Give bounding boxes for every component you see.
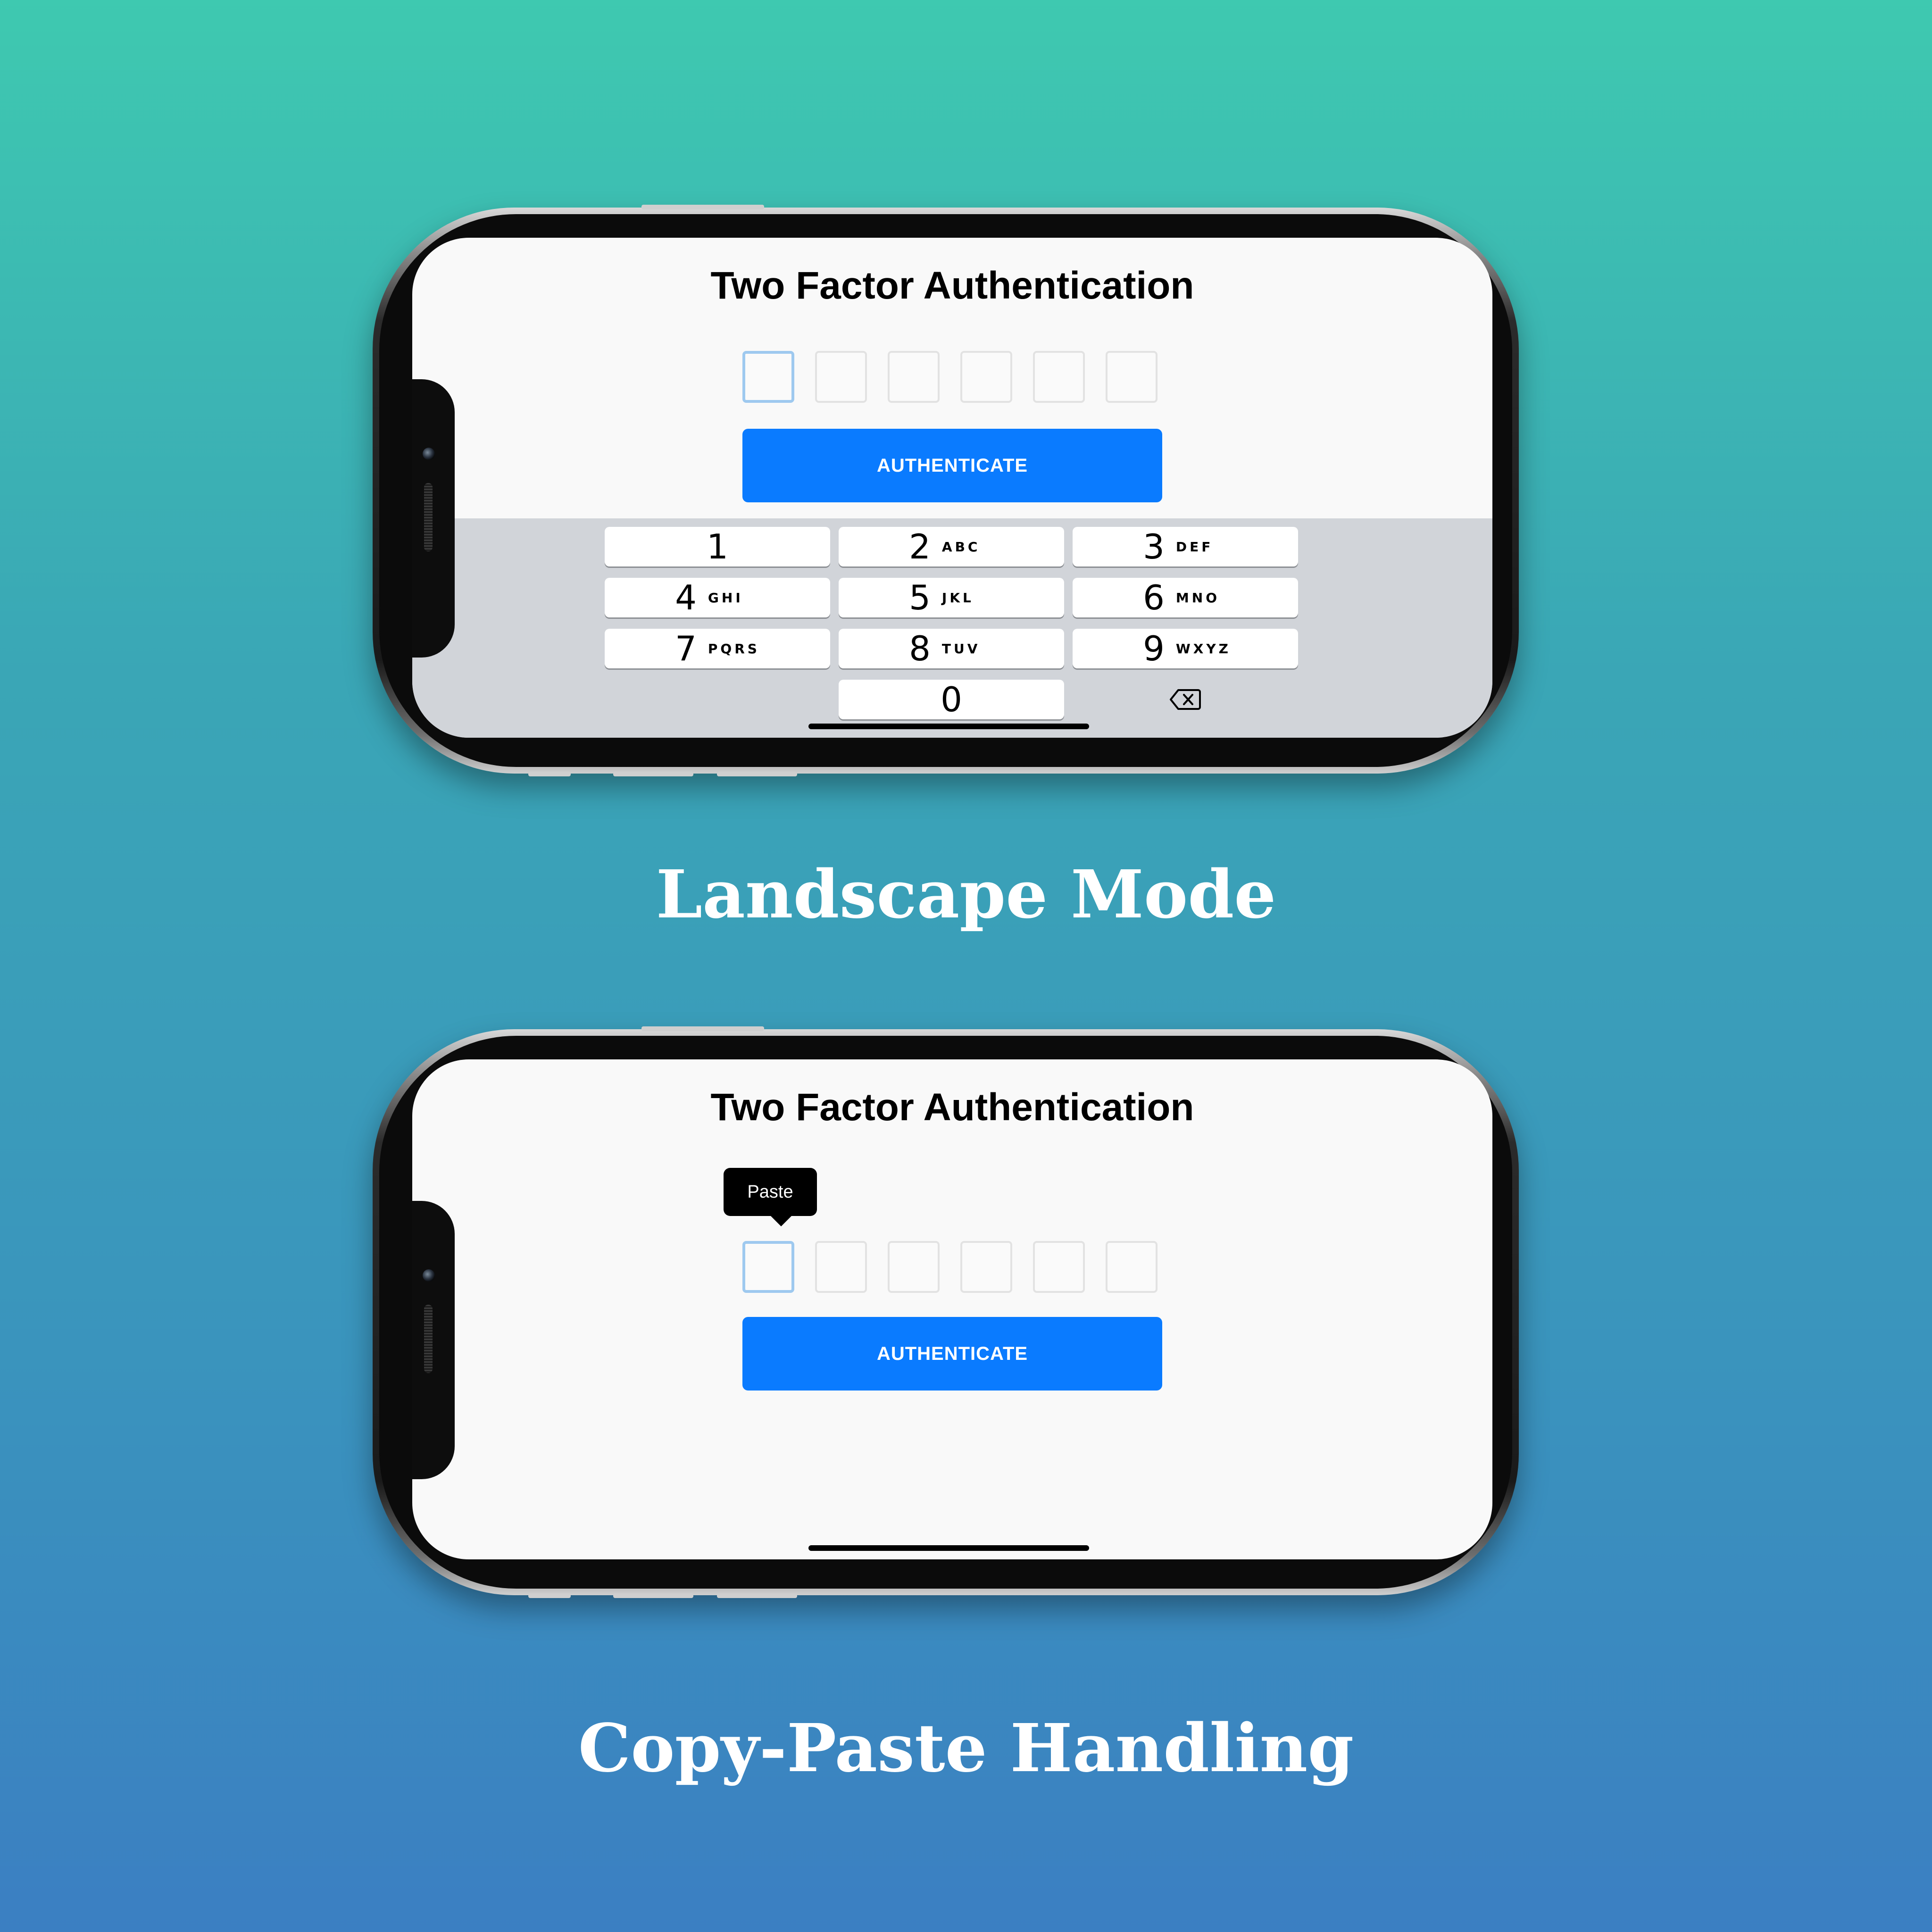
key-letters: GHI <box>708 590 743 606</box>
key-letters: WXYZ <box>1175 641 1231 657</box>
key-number: 9 <box>1143 629 1165 668</box>
code-digit-input[interactable] <box>1106 1241 1158 1293</box>
side-button <box>528 1593 571 1598</box>
code-digit-input[interactable] <box>1106 351 1158 403</box>
key-1[interactable]: 1 <box>605 527 830 566</box>
volume-button <box>641 205 764 209</box>
phone-screen: Two Factor Authentication AUTHENTICATE 1… <box>412 238 1492 738</box>
phone-landscape: Two Factor Authentication AUTHENTICATE 1… <box>373 205 1519 776</box>
tooltip-arrow <box>770 1215 792 1226</box>
key-number: 4 <box>675 578 697 617</box>
authenticate-button[interactable]: AUTHENTICATE <box>742 429 1162 502</box>
key-9[interactable]: 9 WXYZ <box>1073 629 1298 668</box>
caption-copy-paste: Copy-Paste Handling <box>578 1710 1354 1787</box>
key-0[interactable]: 0 <box>839 680 1064 719</box>
key-letters: MNO <box>1175 590 1220 606</box>
code-digit-input[interactable] <box>960 1241 1012 1293</box>
backspace-icon <box>1170 689 1201 710</box>
key-7[interactable]: 7 PQRS <box>605 629 830 668</box>
key-number: 8 <box>909 629 931 668</box>
key-number: 6 <box>1143 578 1165 617</box>
page-title: Two Factor Authentication <box>710 264 1194 307</box>
key-letters: DEF <box>1175 539 1214 555</box>
phone-bezel: Two Factor Authentication AUTHENTICATE 1… <box>379 214 1512 767</box>
camera-icon <box>423 448 435 460</box>
page-title: Two Factor Authentication <box>710 1086 1194 1129</box>
side-button <box>717 772 797 776</box>
key-letters: ABC <box>941 539 981 555</box>
side-button <box>717 1593 797 1598</box>
phone-bezel: Two Factor Authentication Paste AUTHENTI… <box>379 1036 1512 1589</box>
side-button <box>613 772 693 776</box>
paste-tooltip[interactable]: Paste <box>724 1168 817 1226</box>
home-indicator[interactable] <box>808 724 1089 729</box>
speaker-icon <box>424 1305 433 1373</box>
caption-landscape: Landscape Mode <box>656 856 1276 933</box>
side-button <box>613 1593 693 1598</box>
key-number: 2 <box>909 527 931 566</box>
key-3[interactable]: 3 DEF <box>1073 527 1298 566</box>
phone-copy-paste: Two Factor Authentication Paste AUTHENTI… <box>373 1026 1519 1598</box>
volume-button <box>641 1026 764 1031</box>
key-4[interactable]: 4 GHI <box>605 578 830 617</box>
key-number: 1 <box>707 527 728 566</box>
code-digit-input[interactable] <box>1033 1241 1085 1293</box>
home-indicator[interactable] <box>808 1545 1089 1551</box>
code-digit-input[interactable] <box>742 1241 794 1293</box>
phone-screen: Two Factor Authentication Paste AUTHENTI… <box>412 1059 1492 1559</box>
delete-key[interactable] <box>1073 680 1298 719</box>
code-digit-input[interactable] <box>1033 351 1085 403</box>
paste-label: Paste <box>747 1182 793 1202</box>
notch <box>412 1201 455 1479</box>
key-letters: PQRS <box>708 641 760 657</box>
numeric-keypad: 1 2 ABC 3 DEF 4 GHI 5 JKL 6 MNO 7 PQRS 8… <box>412 518 1492 738</box>
notch <box>412 379 455 658</box>
code-digit-input[interactable] <box>888 1241 940 1293</box>
key-2[interactable]: 2 ABC <box>839 527 1064 566</box>
code-input-row <box>742 351 1167 408</box>
key-letters: TUV <box>941 641 981 657</box>
authenticate-button[interactable]: AUTHENTICATE <box>742 1317 1162 1391</box>
key-5[interactable]: 5 JKL <box>839 578 1064 617</box>
code-digit-input[interactable] <box>742 351 794 403</box>
key-number: 7 <box>675 629 697 668</box>
speaker-icon <box>424 483 433 551</box>
key-number: 5 <box>909 578 931 617</box>
code-digit-input[interactable] <box>960 351 1012 403</box>
key-8[interactable]: 8 TUV <box>839 629 1064 668</box>
side-button <box>528 772 571 776</box>
code-input-row <box>742 1241 1167 1298</box>
camera-icon <box>423 1269 435 1282</box>
key-letters: JKL <box>941 590 974 606</box>
key-number: 3 <box>1143 527 1165 566</box>
key-6[interactable]: 6 MNO <box>1073 578 1298 617</box>
code-digit-input[interactable] <box>815 1241 867 1293</box>
code-digit-input[interactable] <box>815 351 867 403</box>
key-number: 0 <box>941 680 962 719</box>
code-digit-input[interactable] <box>888 351 940 403</box>
